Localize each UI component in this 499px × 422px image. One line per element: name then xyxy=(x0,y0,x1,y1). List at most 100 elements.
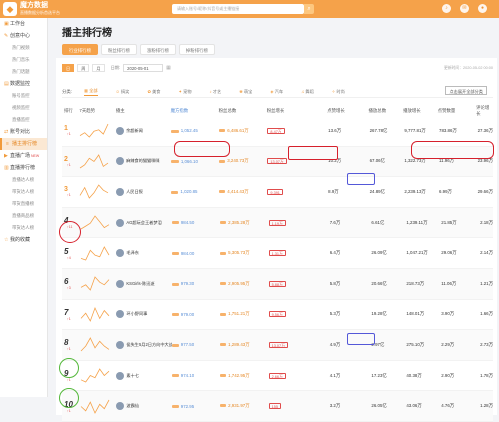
author-name[interactable]: AG超玩会王者梦泪 xyxy=(126,220,161,226)
sidebar-item-label: 热门视频 xyxy=(12,45,30,50)
column-header[interactable]: 播主 xyxy=(116,108,171,114)
growth-cell: 9,391 xyxy=(267,188,328,195)
column-header[interactable]: 播放增长 xyxy=(403,108,438,114)
like-count-cell: 783.86万 xyxy=(439,127,457,133)
author-name[interactable]: 余超新闻 xyxy=(126,128,143,134)
author-name[interactable]: KSGirls-陈迅逝 xyxy=(126,281,154,287)
author-name[interactable]: 侯失生5月2日方向中大战略 xyxy=(126,342,171,348)
author-cell[interactable]: 侯失生5月2日方向中大战略 xyxy=(116,340,172,349)
sidebar-item-label: 数据监控 xyxy=(10,81,31,87)
index-value: 974.10 xyxy=(180,373,195,379)
table-row[interactable]: 9 ↑1 素十七 974.10 1,742.95万 2.66万 4.1万 17.23亿 40.3… xyxy=(62,361,493,392)
category-item[interactable]: ❀ 萌宝 xyxy=(239,89,252,95)
sidebar-item[interactable]: 带货达人榜 xyxy=(0,186,47,198)
author-cell[interactable]: 麻辣食的猫猫咪咪 xyxy=(116,157,171,166)
period-month[interactable]: 月 xyxy=(92,64,105,72)
tab[interactable]: 行业排行榜 xyxy=(62,44,98,55)
author-cell[interactable]: 环小野同事 xyxy=(116,310,171,319)
table-row[interactable]: 8↑1 侯失生5月2日方向中大战略 977.50 1,289.43万 13.07万 4.9… xyxy=(62,330,493,361)
tab[interactable]: 粉丝排行榜 xyxy=(100,44,137,55)
sidebar-item[interactable]: ≡ 播主排行榜 xyxy=(0,138,47,150)
like-count-cell: 2.90万 xyxy=(441,372,455,378)
sidebar-item[interactable]: ▶ 直播广场NEW xyxy=(0,150,47,162)
fans-value: 3,240.73万 xyxy=(227,158,249,164)
bell-icon[interactable]: ♪ xyxy=(442,4,451,13)
author-name[interactable]: 麻辣食的猫猫咪咪 xyxy=(126,158,160,164)
fans-bar xyxy=(220,404,227,408)
category-item[interactable]: ✿ 美食 xyxy=(147,89,160,95)
date-input[interactable]: 2020-05-01 xyxy=(123,64,164,72)
table-row[interactable]: 5 ↑4 毛泽东 984.00 5,305.73万 1.31万 6.4万 26.09亿 1,04… xyxy=(62,238,493,269)
table-row[interactable]: 7 ↑1 环小野同事 979.00 1,751.21万 9.56万 5.3万 19.28亿 14… xyxy=(62,300,493,331)
sidebar-item[interactable]: ▤数据监控 xyxy=(0,78,47,90)
author-name[interactable]: 毛泽东 xyxy=(126,250,139,256)
sidebar-item[interactable]: ⇄ 账号对比 xyxy=(0,126,47,138)
sidebar-item[interactable]: ☆ 我的收藏 xyxy=(0,234,47,246)
table-row[interactable]: 4 ↑11 AG超玩会王者梦泪 984.50 2,385.28万 1.19万 7.6万 6.6… xyxy=(62,207,493,239)
growth-cell: 155 xyxy=(268,403,330,410)
avatar[interactable]: ● xyxy=(478,4,487,13)
sidebar-item[interactable]: 视频监控 xyxy=(0,102,47,114)
sidebar-item[interactable]: ✎ 创意中心 xyxy=(0,30,47,42)
author-cell[interactable]: AG超玩会王者梦泪 xyxy=(116,218,171,227)
column-header[interactable]: 7天趋势 xyxy=(79,108,116,114)
column-header[interactable]: 播放总数 xyxy=(369,108,404,114)
category-item[interactable]: ♪ 才艺 xyxy=(210,89,222,95)
category-item[interactable]: ☺ 搞笑 xyxy=(116,89,130,95)
author-cell[interactable]: KSGirls-陈迅逝 xyxy=(116,279,171,288)
comment-growth-cell: 27.36万 xyxy=(477,127,493,133)
message-icon[interactable]: ✉ xyxy=(460,4,469,13)
sidebar-item[interactable]: 直播商品榜 xyxy=(0,210,47,222)
category-item[interactable]: ♫ 舞蹈 xyxy=(301,89,314,95)
search-input[interactable]: 请输入账号/昵称/抖音号或主播链接 xyxy=(172,4,304,14)
column-header[interactable]: 粉丝增长 xyxy=(267,108,328,114)
sidebar-item[interactable]: 热门话题 xyxy=(0,66,47,78)
table-row[interactable]: 6 ↑3 KSGirls-陈迅逝 979.30 2,905.95万 5.88万 5.8万 20… xyxy=(62,268,493,300)
author-cell[interactable]: 人民日报 xyxy=(116,187,171,196)
category-item[interactable]: ✦ 宠物 xyxy=(178,89,191,95)
author-name[interactable]: 素十七 xyxy=(126,373,139,379)
category-item[interactable]: ✧ 时尚 xyxy=(332,89,345,95)
author-name[interactable]: 人民日报 xyxy=(126,189,143,195)
author-cell[interactable]: 毛泽东 xyxy=(116,249,171,258)
trend-cell xyxy=(80,214,117,231)
column-header[interactable]: 粉丝总数 xyxy=(219,108,267,114)
column-header[interactable]: 魔方指数 xyxy=(171,108,219,114)
table-row[interactable]: 3 ↑1 人民日报 1,020.85 4,414.43万 9,391 8.9万 24.89亿 2… xyxy=(62,177,493,208)
column-header[interactable]: 点赞增长 xyxy=(327,108,368,114)
like-count-cell: 3.90万 xyxy=(441,311,455,317)
growth-cell: 1.19万 xyxy=(268,219,330,226)
category-item[interactable]: ▦ 全部 xyxy=(84,88,98,96)
author-cell[interactable]: 波霸仙 xyxy=(116,402,171,411)
index-value: 1,066.10 xyxy=(180,158,198,164)
sidebar-item[interactable]: 直播监控 xyxy=(0,114,47,126)
author-cell[interactable]: 素十七 xyxy=(116,371,171,380)
sidebar-item[interactable]: 带货达人榜 xyxy=(0,222,47,234)
author-cell[interactable]: 余超新闻 xyxy=(116,126,171,135)
column-header[interactable]: 排行 xyxy=(62,108,79,114)
expand-categories-button[interactable]: 点击展开全部分类 xyxy=(445,86,487,95)
sidebar-item[interactable]: ▥直播排行榜 xyxy=(0,162,47,174)
sidebar-item[interactable]: ▣工作台 xyxy=(0,18,47,30)
sidebar-item[interactable]: 热门视频 xyxy=(0,42,47,54)
like-count-cell: 2.29万 xyxy=(441,341,455,347)
period-week[interactable]: 周 xyxy=(77,64,90,72)
sidebar-item[interactable]: 账号监控 xyxy=(0,90,47,102)
sidebar-item[interactable]: 热门音乐 xyxy=(0,54,47,66)
annotation-circle xyxy=(174,141,230,157)
calendar-icon[interactable]: ▦ xyxy=(166,65,171,71)
tab[interactable]: 涨粉排行榜 xyxy=(139,44,176,55)
sidebar-item[interactable]: 直播达人榜 xyxy=(0,174,47,186)
sidebar-item[interactable]: 带货直播榜 xyxy=(0,198,47,210)
category-item[interactable]: ◈ 汽车 xyxy=(270,89,283,95)
author-name[interactable]: 环小野同事 xyxy=(126,311,147,317)
table-row[interactable]: 10 ↑1 波霸仙 972.95 2,931.97万 155 3.2万 26.05亿 43.06… xyxy=(62,391,493,422)
index-bar xyxy=(171,160,179,164)
growth-tag: 1.31万 xyxy=(268,250,286,257)
author-name[interactable]: 波霸仙 xyxy=(126,403,139,409)
tab[interactable]: 掉粉排行榜 xyxy=(178,44,215,55)
column-header[interactable]: 点赞数量 xyxy=(438,108,476,114)
category-icon: ▦ xyxy=(84,87,88,93)
search-button[interactable]: ⌕ xyxy=(304,4,314,14)
period-day[interactable]: 日 xyxy=(62,64,75,72)
